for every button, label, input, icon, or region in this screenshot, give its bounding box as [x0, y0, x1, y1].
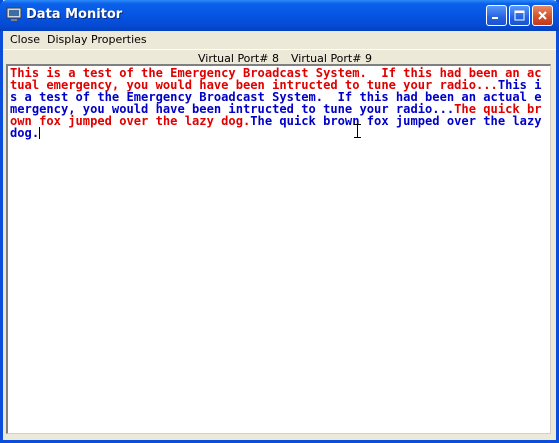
window-title: Data Monitor	[26, 7, 123, 22]
menu-bar: Close Display Properties	[3, 31, 556, 49]
menu-close[interactable]: Close	[10, 33, 40, 46]
monitor-segment: This is a test of the Emergency Broadcas…	[10, 66, 542, 92]
port-header: Virtual Port# 8 Virtual Port# 9	[3, 49, 556, 65]
menu-display-properties[interactable]: Display Properties	[47, 33, 147, 46]
app-icon	[6, 7, 22, 21]
monitor-content: This is a test of the Emergency Broadcas…	[10, 67, 548, 139]
maximize-button[interactable]	[509, 5, 530, 26]
data-monitor-window: Data Monitor Close Display Properties Vi…	[0, 0, 559, 443]
minimize-button[interactable]	[486, 5, 507, 26]
close-button[interactable]	[532, 5, 553, 26]
title-bar[interactable]: Data Monitor	[0, 0, 559, 31]
monitor-text-area[interactable]: This is a test of the Emergency Broadcas…	[6, 64, 551, 434]
maximize-icon	[514, 10, 525, 21]
minimize-icon	[492, 17, 498, 19]
text-cursor-icon	[354, 124, 361, 138]
text-caret	[39, 127, 41, 139]
close-icon	[538, 11, 547, 20]
